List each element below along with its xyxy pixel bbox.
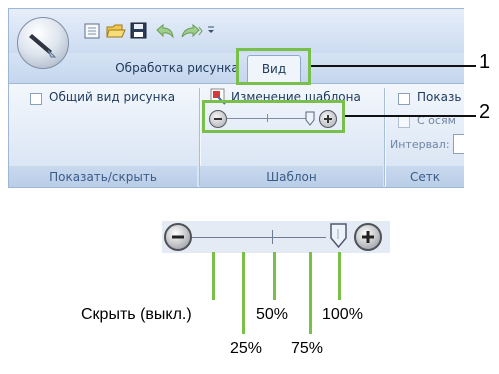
pointer-25: [242, 252, 245, 334]
zoom-in-icon: [354, 223, 382, 251]
pointer-hide: [212, 252, 215, 300]
label-hide: Скрыть (выкл.): [81, 306, 192, 323]
quick-access-toolbar: [9, 9, 464, 53]
callout-line-2: [345, 115, 476, 117]
zoom-legend-tick: [272, 230, 273, 244]
pointer-100: [338, 252, 341, 300]
grid-show-label: Показь: [417, 90, 462, 104]
tab-image-processing[interactable]: Обработка рисунка: [107, 55, 247, 81]
tab-highlight: [236, 48, 311, 85]
label-100: 100%: [322, 306, 363, 323]
grid-show-checkbox[interactable]: [398, 93, 410, 105]
ribbon: Обработка рисунка Вид Общий вид рисунка …: [8, 8, 464, 188]
label-75: 75%: [291, 340, 324, 357]
label-50: 50%: [256, 306, 289, 323]
zoom-out-icon: [164, 223, 192, 251]
callout-line-1: [311, 65, 476, 67]
pointer-75: [309, 252, 312, 334]
ribbon-panel: Общий вид рисунка Показать/скрыть Измене…: [9, 83, 464, 187]
callout-number-2: 2: [479, 101, 491, 123]
zoom-legend-track: [192, 237, 326, 238]
save-icon[interactable]: [130, 22, 148, 39]
group-caption-grid: Сетк: [386, 166, 464, 187]
label-25: 25%: [230, 340, 263, 357]
slider-thumb-icon: [330, 223, 348, 249]
group-caption-template: Шаблон: [200, 166, 383, 187]
overview-checkbox[interactable]: [30, 93, 42, 105]
grid-interval-label: Интервал:: [390, 138, 450, 151]
pointer-50: [273, 252, 276, 300]
open-icon[interactable]: [106, 22, 126, 38]
new-icon[interactable]: [83, 23, 101, 39]
group-caption-show-hide: Показать/скрыть: [9, 166, 197, 187]
redo-icon[interactable]: [179, 23, 203, 39]
overview-checkbox-label: Общий вид рисунка: [49, 90, 176, 104]
grid-interval-input[interactable]: [453, 134, 464, 154]
grid-axis-checkbox[interactable]: [398, 116, 410, 128]
zoom-highlight: [202, 100, 345, 133]
callout-number-1: 1: [479, 51, 491, 73]
app-button-icon[interactable]: [17, 17, 69, 69]
undo-icon[interactable]: [155, 23, 174, 39]
dropdown-icon[interactable]: [206, 19, 216, 39]
